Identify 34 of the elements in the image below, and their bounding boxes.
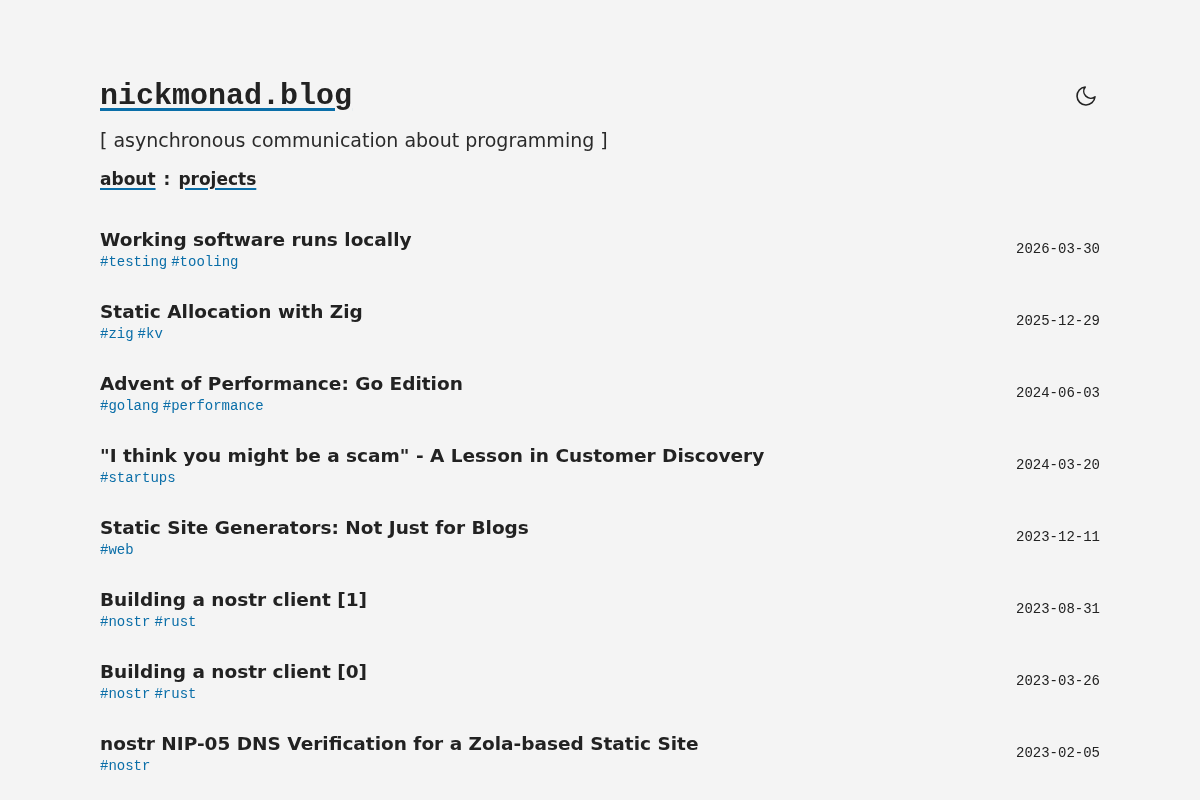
post-title-link[interactable]: Static Allocation with Zig <box>100 299 363 325</box>
tagline: [ asynchronous communication about programming ] <box>100 128 609 153</box>
post-title-link[interactable]: nostr NIP-05 DNS Verification for a Zola-based Static Site <box>100 731 699 757</box>
tag-link[interactable]: #golang <box>100 397 159 415</box>
tag-link[interactable]: #nostr <box>100 757 151 775</box>
post-date: 2024-03-20 <box>1016 455 1100 475</box>
tag-link[interactable]: #rust <box>154 685 197 703</box>
site-title[interactable]: nickmonad.blog <box>100 78 353 114</box>
post-title-link[interactable]: Building a nostr client [0] <box>100 659 368 685</box>
post-date: 2023-02-05 <box>1016 743 1100 763</box>
post-title-link[interactable]: "I think you might be a scam" - A Lesson in Customer Discovery <box>100 443 765 469</box>
tag-link[interactable]: #kv <box>137 325 163 343</box>
tag-link[interactable]: #testing <box>100 253 168 271</box>
post-date: 2025-12-29 <box>1016 311 1100 331</box>
tag-link[interactable]: #nostr <box>100 613 151 631</box>
tag-link[interactable]: #tooling <box>171 253 239 271</box>
post-title-link[interactable]: Advent of Performance: Go Edition <box>100 371 463 397</box>
post-date: 2026-03-30 <box>1016 239 1100 259</box>
post-title-link[interactable]: Static Site Generators: Not Just for Blogs <box>100 515 529 541</box>
tag-link[interactable]: #nostr <box>100 685 151 703</box>
tag-link[interactable]: #performance <box>162 397 264 415</box>
tag-link[interactable]: #zig <box>100 325 134 343</box>
post-date: 2024-06-03 <box>1016 383 1100 403</box>
post-title-link[interactable]: Working software runs locally <box>100 227 412 253</box>
post-date: 2023-12-11 <box>1016 527 1100 547</box>
tag-link[interactable]: #startups <box>100 469 176 487</box>
post-date: 2023-03-26 <box>1016 671 1100 691</box>
nav-link[interactable]: about <box>100 166 156 192</box>
tag-link[interactable]: #web <box>100 541 134 559</box>
tag-link[interactable]: #rust <box>154 613 197 631</box>
post-title-link[interactable]: Building a nostr client [1] <box>100 587 368 613</box>
nav-link[interactable]: projects <box>178 166 257 192</box>
nav-separator: : <box>163 168 171 191</box>
post-date: 2023-08-31 <box>1016 599 1100 619</box>
